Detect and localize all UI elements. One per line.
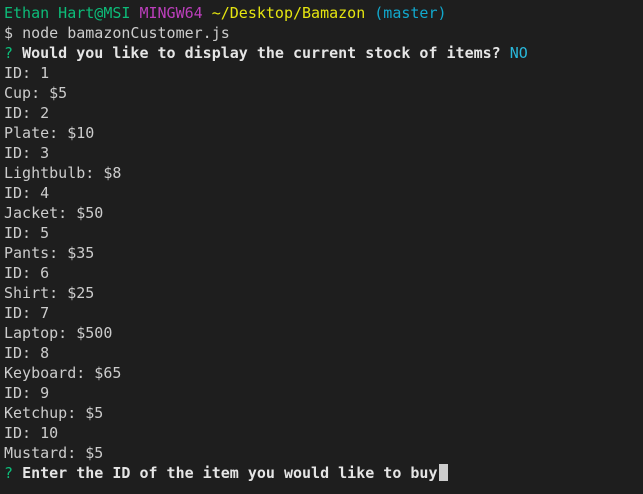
question-display-stock: ? Would you like to display the current … <box>4 43 643 63</box>
output-line: ID: 6 <box>4 264 50 282</box>
question-answer: NO <box>509 44 528 62</box>
output-line: ID: 4 <box>4 184 50 202</box>
output-line: ID: 1 <box>4 64 50 82</box>
output-line: Shirt: $25 <box>4 284 95 302</box>
question-text: Enter the ID of the item you would like … <box>22 464 438 482</box>
question-text: Would you like to display the current st… <box>22 44 501 62</box>
question-marker-icon: ? <box>4 464 14 482</box>
output-line: ID: 2 <box>4 104 50 122</box>
command-line: $ node bamazonCustomer.js <box>4 23 643 43</box>
output-line: Laptop: $500 <box>4 324 113 342</box>
question-enter-id[interactable]: ? Enter the ID of the item you would lik… <box>4 463 643 483</box>
prompt-dollar: $ <box>4 24 14 42</box>
terminal-window[interactable]: Ethan Hart@MSI MINGW64 ~/Desktop/Bamazon… <box>0 0 643 494</box>
prompt-system: MINGW64 <box>139 4 203 22</box>
output-line: ID: 9 <box>4 384 50 402</box>
output-line: Pants: $35 <box>4 244 95 262</box>
prompt-git-branch: (master) <box>374 4 447 22</box>
output-line: Mustard: $5 <box>4 444 104 462</box>
prompt-user-host: Ethan Hart@MSI <box>4 4 131 22</box>
question-marker-icon: ? <box>4 44 14 62</box>
output-line: Lightbulb: $8 <box>4 164 122 182</box>
output-line: Jacket: $50 <box>4 204 104 222</box>
prompt-path: ~/Desktop/Bamazon <box>211 4 366 22</box>
command-text: node bamazonCustomer.js <box>22 24 230 42</box>
output-line: Keyboard: $65 <box>4 364 122 382</box>
output-line: ID: 3 <box>4 144 50 162</box>
output-line: Ketchup: $5 <box>4 404 104 422</box>
output-line: ID: 10 <box>4 424 59 442</box>
output-line: ID: 7 <box>4 304 50 322</box>
stock-output-list: ID: 1 Cup: $5 ID: 2 Plate: $10 ID: 3 Lightbul… <box>4 63 643 463</box>
output-line: ID: 5 <box>4 224 50 242</box>
text-cursor[interactable] <box>439 464 449 481</box>
output-line: ID: 8 <box>4 344 50 362</box>
output-line: Plate: $10 <box>4 124 95 142</box>
output-line: Cup: $5 <box>4 84 68 102</box>
shell-prompt-line: Ethan Hart@MSI MINGW64 ~/Desktop/Bamazon… <box>4 3 643 23</box>
